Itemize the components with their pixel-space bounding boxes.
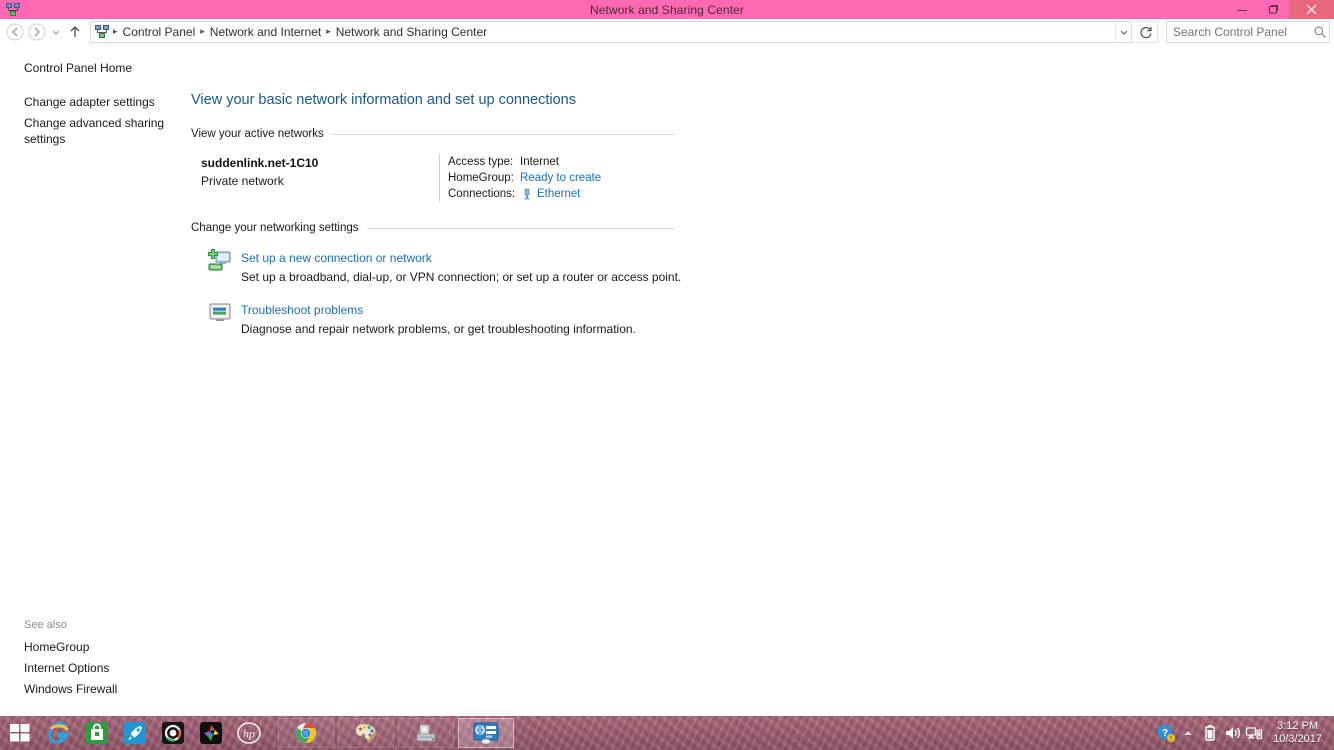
- network-sharing-center-icon: [5, 2, 21, 18]
- sidebar-item-change-adapter-settings[interactable]: Change adapter settings: [0, 92, 185, 112]
- see-also-title: See also: [24, 619, 67, 631]
- see-also-section: See also HomeGroup Internet Options Wind…: [0, 619, 185, 700]
- taskbar-window-list: [278, 716, 518, 750]
- taskbar-window-paint[interactable]: [338, 718, 394, 748]
- internet-explorer-icon[interactable]: [40, 716, 78, 750]
- set-up-new-connection-description: Set up a broadband, dial-up, or VPN conn…: [241, 270, 682, 284]
- action-set-up-new-connection[interactable]: Set up a new connection or network Set u…: [191, 248, 1334, 286]
- camera-app-icon[interactable]: [154, 716, 192, 750]
- section-divider: [366, 227, 675, 229]
- ethernet-connection-link[interactable]: Ethernet: [537, 188, 580, 200]
- troubleshoot-icon: [207, 300, 233, 326]
- puzzle-app-icon[interactable]: [192, 716, 230, 750]
- detail-label: Access type:: [448, 156, 514, 168]
- page-title: View your basic network information and …: [191, 92, 577, 108]
- up-button[interactable]: [64, 21, 86, 43]
- network-sharing-center-icon: [94, 24, 110, 40]
- sidebar-item-change-advanced-sharing-settings[interactable]: Change advanced sharing settings: [0, 113, 185, 149]
- address-bar[interactable]: ▸ Control Panel ▸ Network and Internet ▸…: [90, 20, 1132, 43]
- window-controls: [1227, 0, 1334, 19]
- chevron-down-icon[interactable]: [1115, 21, 1131, 42]
- windows-store-icon[interactable]: [78, 716, 116, 750]
- networking-settings-list: Set up a new connection or network Set u…: [191, 248, 1334, 338]
- breadcrumb-network-and-sharing-center[interactable]: Network and Sharing Center: [332, 25, 491, 39]
- active-network-details: Access type: Internet HomeGroup: Ready t…: [439, 154, 675, 202]
- minimize-button[interactable]: [1227, 0, 1258, 19]
- breadcrumb-network-and-internet[interactable]: Network and Internet: [206, 25, 325, 39]
- action-troubleshoot-problems[interactable]: Troubleshoot problems Diagnose and repai…: [191, 300, 1334, 338]
- see-also-item-homegroup[interactable]: HomeGroup: [0, 637, 185, 658]
- detail-row-access-type: Access type: Internet: [448, 154, 675, 170]
- section-label-active-networks: View your active networks: [191, 128, 324, 140]
- detail-value-access-type: Internet: [520, 156, 559, 168]
- start-button[interactable]: [0, 716, 40, 750]
- sidebar-item-control-panel-home[interactable]: Control Panel Home: [0, 58, 185, 78]
- breadcrumb-control-panel[interactable]: Control Panel: [119, 25, 200, 39]
- system-tray: ? 3:12 PM 10/3/2017: [1155, 716, 1334, 750]
- detail-row-connections: Connections: Ethernet: [448, 186, 675, 202]
- quick-launch-bar: hp: [40, 716, 268, 750]
- active-network-entry: suddenlink.net-1C10 Private network Acce…: [191, 154, 675, 202]
- network-icon[interactable]: [1243, 716, 1265, 750]
- svg-text:hp: hp: [243, 727, 255, 741]
- network-name: suddenlink.net-1C10: [201, 156, 319, 170]
- window-titlebar[interactable]: Network and Sharing Center: [0, 0, 1334, 19]
- see-also-item-internet-options[interactable]: Internet Options: [0, 658, 185, 679]
- homegroup-ready-to-create-link[interactable]: Ready to create: [520, 172, 601, 184]
- network-type: Private network: [201, 174, 284, 188]
- taskbar: hp ? 3:12 PM 10/3/2017: [0, 716, 1334, 750]
- navigation-bar: ▸ Control Panel ▸ Network and Internet ▸…: [0, 19, 1334, 44]
- networking-settings-section-header: Change your networking settings: [191, 222, 675, 234]
- action-center-icon[interactable]: ?: [1155, 716, 1177, 750]
- search-input[interactable]: [1167, 24, 1312, 39]
- troubleshoot-problems-link[interactable]: Troubleshoot problems: [241, 303, 363, 317]
- see-also-item-windows-firewall[interactable]: Windows Firewall: [0, 679, 185, 700]
- close-button[interactable]: [1289, 0, 1334, 19]
- section-label-networking-settings: Change your networking settings: [191, 222, 359, 234]
- back-button[interactable]: [4, 21, 26, 43]
- hp-icon[interactable]: hp: [230, 716, 268, 750]
- window-title: Network and Sharing Center: [589, 2, 744, 17]
- active-network-identity[interactable]: suddenlink.net-1C10 Private network: [191, 154, 439, 202]
- active-networks-section-header: View your active networks: [191, 128, 675, 140]
- clock-time: 3:12 PM: [1277, 720, 1319, 732]
- battery-icon[interactable]: [1199, 716, 1221, 750]
- taskbar-window-network-sharing-center[interactable]: [458, 718, 514, 748]
- clock-date: 10/3/2017: [1273, 733, 1322, 745]
- troubleshoot-problems-description: Diagnose and repair network problems, or…: [241, 322, 636, 336]
- search-icon[interactable]: [1311, 25, 1329, 39]
- rocket-icon[interactable]: [116, 716, 154, 750]
- detail-row-homegroup: HomeGroup: Ready to create: [448, 170, 675, 186]
- taskbar-window-scanner[interactable]: [398, 718, 454, 748]
- main-content: View your basic network information and …: [185, 44, 1334, 716]
- window-body: Control Panel Home Change adapter settin…: [0, 44, 1334, 716]
- section-divider: [331, 133, 675, 135]
- detail-label: Connections:: [448, 188, 516, 200]
- ethernet-icon: [520, 187, 534, 201]
- sidebar: Control Panel Home Change adapter settin…: [0, 44, 185, 716]
- detail-label: HomeGroup:: [448, 172, 514, 184]
- show-hidden-icons-icon[interactable]: [1177, 716, 1199, 750]
- recent-pages-button[interactable]: [48, 21, 64, 43]
- taskbar-clock[interactable]: 3:12 PM 10/3/2017: [1265, 720, 1328, 746]
- refresh-button[interactable]: [1134, 20, 1158, 43]
- forward-button[interactable]: [26, 21, 48, 43]
- set-up-new-connection-link[interactable]: Set up a new connection or network: [241, 251, 432, 265]
- network-sharing-center-window: Network and Sharing Center ▸ Control Pan…: [0, 0, 1334, 716]
- search-box[interactable]: [1166, 20, 1330, 43]
- taskbar-window-chrome[interactable]: [278, 718, 334, 748]
- volume-icon[interactable]: [1221, 716, 1243, 750]
- maximize-button[interactable]: [1258, 0, 1289, 19]
- new-connection-icon: [207, 248, 233, 274]
